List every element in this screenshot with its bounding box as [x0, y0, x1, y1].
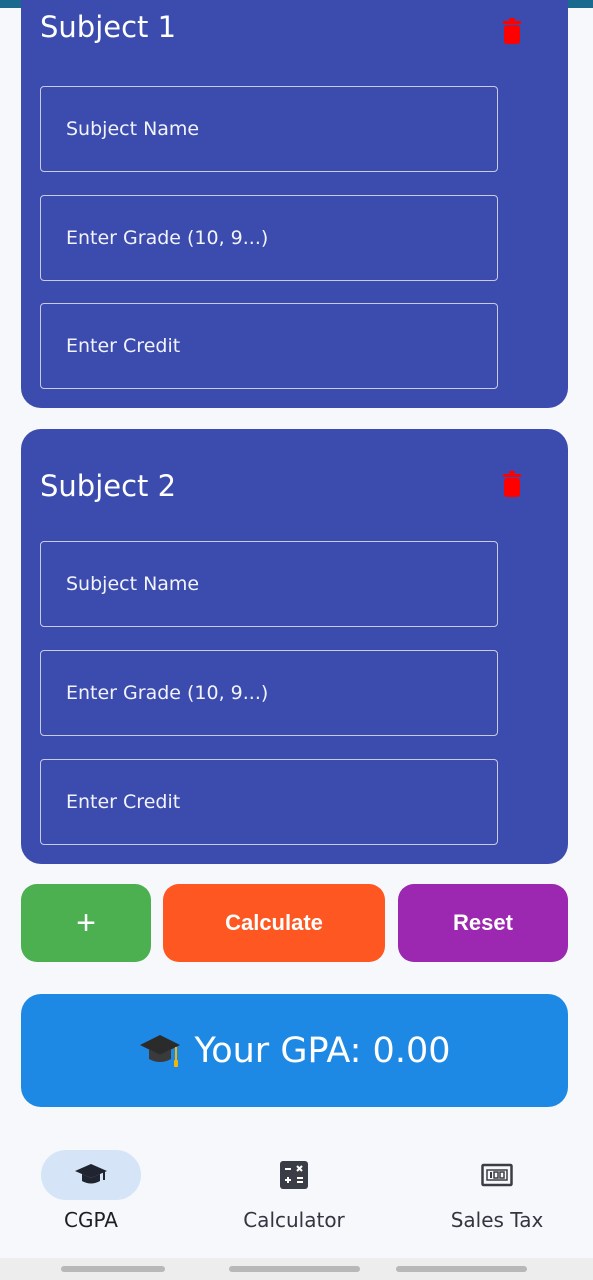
grade-placeholder: Enter Grade (10, 9...)	[66, 227, 269, 249]
credit-placeholder: Enter Credit	[66, 791, 181, 813]
subject-card-2: Subject 2 Subject Name Enter Grade (10, …	[21, 429, 568, 864]
nav-item-sales-tax[interactable]: Sales Tax	[407, 1150, 587, 1240]
home-handle[interactable]	[229, 1266, 360, 1272]
money-icon	[481, 1163, 513, 1187]
nav-item-calculator[interactable]: Calculator	[204, 1150, 384, 1240]
nav-label: Sales Tax	[450, 1208, 544, 1232]
delete-subject-icon[interactable]	[502, 471, 522, 497]
subject-name-placeholder: Subject Name	[66, 118, 200, 140]
grade-input[interactable]: Enter Grade (10, 9...)	[40, 195, 498, 281]
graduation-cap-icon	[138, 1031, 182, 1071]
nav-label: Calculator	[243, 1208, 345, 1232]
subject-title: Subject 1	[40, 10, 177, 44]
delete-subject-icon[interactable]	[502, 18, 522, 44]
nav-active-indicator	[41, 1150, 141, 1200]
credit-input[interactable]: Enter Credit	[40, 759, 498, 845]
nav-label: CGPA	[64, 1208, 118, 1232]
graduation-cap-icon	[75, 1164, 107, 1184]
grade-input[interactable]: Enter Grade (10, 9...)	[40, 650, 498, 736]
subject-card-1: Subject 1 Subject Name Enter Grade (10, …	[21, 0, 568, 408]
add-subject-button[interactable]: +	[21, 884, 151, 962]
credit-input[interactable]: Enter Credit	[40, 303, 498, 389]
recent-apps-handle[interactable]	[61, 1266, 165, 1272]
subject-name-input[interactable]: Subject Name	[40, 86, 498, 172]
subject-name-placeholder: Subject Name	[66, 573, 200, 595]
subject-name-input[interactable]: Subject Name	[40, 541, 498, 627]
subject-title: Subject 2	[40, 469, 177, 503]
system-navigation-bar	[0, 1258, 593, 1280]
grade-placeholder: Enter Grade (10, 9...)	[66, 682, 269, 704]
calculate-button[interactable]: Calculate	[163, 884, 385, 962]
nav-icon-container	[447, 1150, 547, 1200]
reset-button[interactable]: Reset	[398, 884, 568, 962]
nav-icon-container	[244, 1150, 344, 1200]
credit-placeholder: Enter Credit	[66, 335, 181, 357]
nav-item-cgpa[interactable]: CGPA	[1, 1150, 181, 1240]
back-handle[interactable]	[396, 1266, 527, 1272]
gpa-result-card: Your GPA: 0.00	[21, 994, 568, 1107]
bottom-navigation: CGPA Calculator Sales Tax	[0, 1130, 593, 1258]
gpa-text: Your GPA: 0.00	[194, 1030, 451, 1071]
calculator-icon	[280, 1161, 308, 1189]
